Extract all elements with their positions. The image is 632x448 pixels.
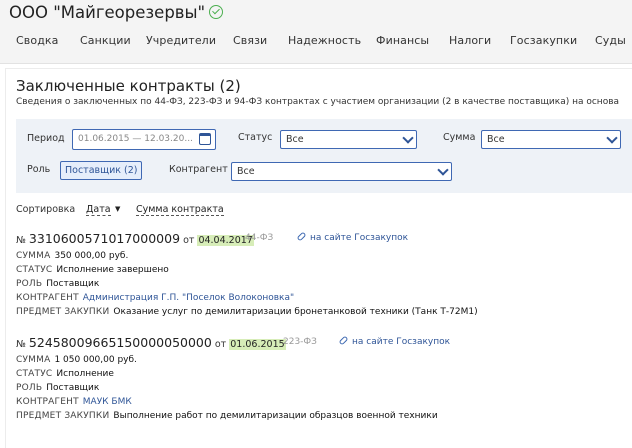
sort-arrow-icon: ▼ — [115, 205, 121, 213]
goszakupki-link[interactable]: на сайте Госзакупок — [296, 231, 408, 243]
contract-number-line: № 52458009665150000050000 от 01.06.2015 — [16, 335, 286, 350]
counterparty-key: КОНТРАГЕНТ — [16, 293, 79, 303]
contract-number[interactable]: 3310600571017000009 — [29, 231, 180, 246]
contract-number[interactable]: 52458009665150000050000 — [29, 335, 212, 350]
role-key: РОЛЬ — [16, 383, 43, 393]
number-prefix: № — [16, 235, 26, 246]
sum-row: СУММА 1 050 000,00 руб. — [16, 355, 137, 365]
sort-by-sum[interactable]: Сумма контракта — [136, 204, 224, 216]
counterparty-row: КОНТРАГЕНТ Администрация Г.П. "Поселок Во… — [16, 293, 294, 303]
role-row: РОЛЬ Поставщик — [16, 279, 99, 289]
link-icon — [338, 335, 349, 346]
date-prefix: от — [214, 339, 227, 350]
contracts-panel: Заключенные контракты (2) Сведения о зак… — [5, 68, 632, 448]
counterparty-link[interactable]: Администрация Г.П. "Поселок Волоконовка" — [83, 293, 294, 303]
company-name: ООО "Майгеорезервы" — [9, 3, 206, 22]
chevron-down-icon — [402, 132, 414, 144]
sort-label: Сортировка — [16, 204, 76, 215]
counterparty-label: Контрагент — [169, 164, 228, 175]
tab-sudy[interactable]: Суды — [595, 34, 626, 48]
tab-goszakupki[interactable]: Госзакупки — [510, 34, 577, 48]
link-icon — [296, 231, 307, 242]
sum-key: СУММА — [16, 251, 51, 261]
status-select-value: Все — [286, 134, 304, 145]
status-key: СТАТУС — [16, 265, 53, 275]
company-header: ООО "Майгеорезервы" Сводка Санкции Учред… — [0, 0, 632, 64]
counterparty-link[interactable]: МАУК БМК — [83, 397, 132, 407]
tab-uchrediteli[interactable]: Учредители — [146, 34, 216, 48]
tab-nalogi[interactable]: Налоги — [449, 34, 491, 48]
status-key: СТАТУС — [16, 369, 53, 379]
status-label: Статус — [238, 132, 273, 143]
section-nav: Сводка Санкции Учредители Связи Надежнос… — [0, 34, 632, 64]
subject-value: Оказание услуг по демилитаризации бронет… — [113, 307, 478, 317]
goszakupki-link-text[interactable]: на сайте Госзакупок — [310, 233, 408, 243]
goszakupki-link[interactable]: на сайте Госзакупок — [338, 335, 450, 347]
law-badge: 44-ФЗ — [245, 233, 274, 243]
period-label: Период — [27, 133, 65, 144]
contract-date: 01.06.2015 — [229, 339, 286, 350]
sum-row: СУММА 350 000,00 руб. — [16, 251, 128, 261]
page-subtitle: Сведения о заключенных по 44-ФЗ, 223-ФЗ … — [16, 97, 620, 107]
role-value: Поставщик — [46, 279, 100, 289]
subject-key: ПРЕДМЕТ ЗАКУПКИ — [16, 307, 110, 317]
period-input[interactable]: 01.06.2015 — 12.03.20... — [72, 129, 216, 150]
goszakupki-link-text[interactable]: на сайте Госзакупок — [352, 337, 450, 347]
tab-sanktsii[interactable]: Санкции — [80, 34, 131, 48]
sum-select-value: Все — [487, 134, 505, 145]
subject-key: ПРЕДМЕТ ЗАКУПКИ — [16, 411, 110, 421]
period-value: 01.06.2015 — 12.03.20... — [78, 134, 193, 144]
law-badge: 223-ФЗ — [283, 337, 317, 347]
counterparty-select-value: Все — [237, 166, 255, 177]
role-row: РОЛЬ Поставщик — [16, 383, 99, 393]
filters-panel: Период 01.06.2015 — 12.03.20... Статус В… — [16, 119, 632, 193]
sort-bar: Сортировка Дата ▼ Сумма контракта — [16, 204, 224, 216]
sort-by-date[interactable]: Дата — [86, 204, 111, 216]
status-value: Исполнение — [56, 369, 114, 379]
sum-value: 350 000,00 руб. — [54, 251, 129, 261]
contract-number-line: № 3310600571017000009 от 04.04.2017 — [16, 231, 254, 246]
status-select[interactable]: Все — [280, 130, 417, 149]
chevron-down-icon — [606, 132, 618, 144]
role-supplier-button[interactable]: Поставщик (2) — [60, 161, 143, 180]
role-value: Поставщик — [46, 383, 100, 393]
status-value: Исполнение завершено — [56, 265, 169, 275]
tab-svyazi[interactable]: Связи — [233, 34, 267, 48]
counterparty-select[interactable]: Все — [231, 162, 452, 181]
status-row: СТАТУС Исполнение — [16, 369, 114, 379]
number-prefix: № — [16, 339, 26, 350]
check-circle-icon — [209, 5, 224, 19]
sum-select[interactable]: Все — [481, 130, 621, 149]
status-row: СТАТУС Исполнение завершено — [16, 265, 169, 275]
tab-nadezhnost[interactable]: Надежность — [288, 34, 361, 48]
role-label: Роль — [27, 164, 51, 175]
counterparty-key: КОНТРАГЕНТ — [16, 397, 79, 407]
subject-row: ПРЕДМЕТ ЗАКУПКИ Выполнение работ по демил… — [16, 411, 438, 421]
subject-row: ПРЕДМЕТ ЗАКУПКИ Оказание услуг по демилит… — [16, 307, 478, 317]
page-title: Заключенные контракты (2) — [16, 77, 241, 95]
tab-finansy[interactable]: Финансы — [376, 34, 429, 48]
tab-svodka[interactable]: Сводка — [16, 34, 58, 48]
sum-value: 1 050 000,00 руб. — [54, 355, 137, 365]
sum-key: СУММА — [16, 355, 51, 365]
date-prefix: от — [183, 235, 195, 246]
calendar-icon[interactable] — [199, 133, 211, 145]
sum-label: Сумма — [443, 132, 476, 143]
chevron-down-icon — [437, 164, 449, 176]
subject-value: Выполнение работ по демилитаризации обра… — [113, 411, 438, 421]
company-title: ООО "Майгеорезервы" — [9, 3, 224, 22]
counterparty-row: КОНТРАГЕНТ МАУК БМК — [16, 397, 132, 407]
role-key: РОЛЬ — [16, 279, 43, 289]
